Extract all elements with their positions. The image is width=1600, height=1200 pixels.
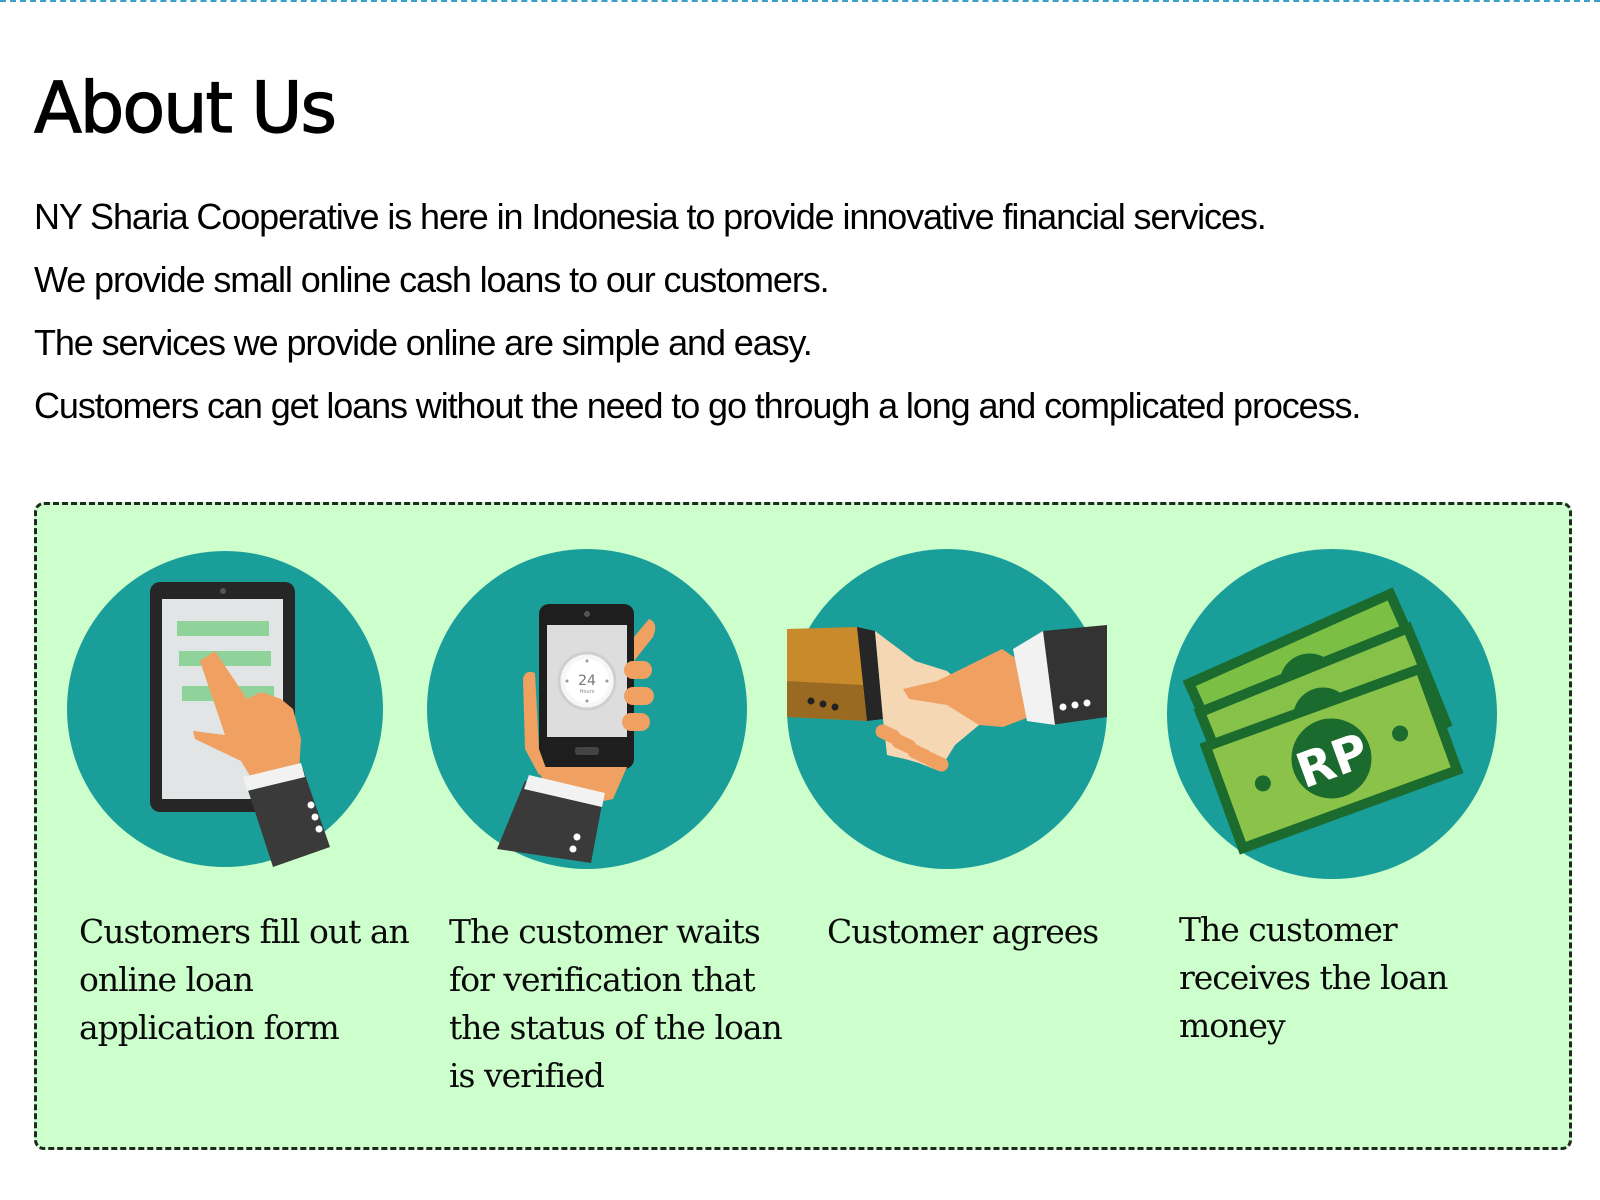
intro-line: NY Sharia Cooperative is here in Indones… bbox=[34, 196, 1267, 237]
intro-line: Customers can get loans without the need… bbox=[34, 385, 1361, 426]
clock-number: 24 bbox=[578, 673, 596, 689]
intro-line: We provide small online cash loans to ou… bbox=[34, 259, 830, 300]
loan-steps-panel: Customers fill out an online loan applic… bbox=[34, 502, 1572, 1150]
step-label: Customer agrees bbox=[827, 912, 1099, 951]
page-title: About Us bbox=[33, 66, 337, 149]
top-dashed-border bbox=[0, 0, 1600, 2]
step-label: Customers fill out an online loan applic… bbox=[79, 912, 410, 1047]
handshake-icon bbox=[787, 549, 1107, 869]
tablet-form-icon bbox=[65, 549, 385, 869]
banknotes-icon: RP bbox=[1167, 549, 1497, 879]
phone-24-hours-icon: 24 Hours bbox=[427, 549, 747, 869]
intro-line: The services we provide online are simpl… bbox=[34, 322, 813, 363]
intro-text: NY Sharia Cooperative is here in Indones… bbox=[34, 195, 1554, 447]
step-label: The customer waits for verification that… bbox=[449, 912, 783, 1095]
clock-caption: Hours bbox=[580, 689, 595, 695]
step-label: The customer receives the loan money bbox=[1179, 910, 1448, 1045]
